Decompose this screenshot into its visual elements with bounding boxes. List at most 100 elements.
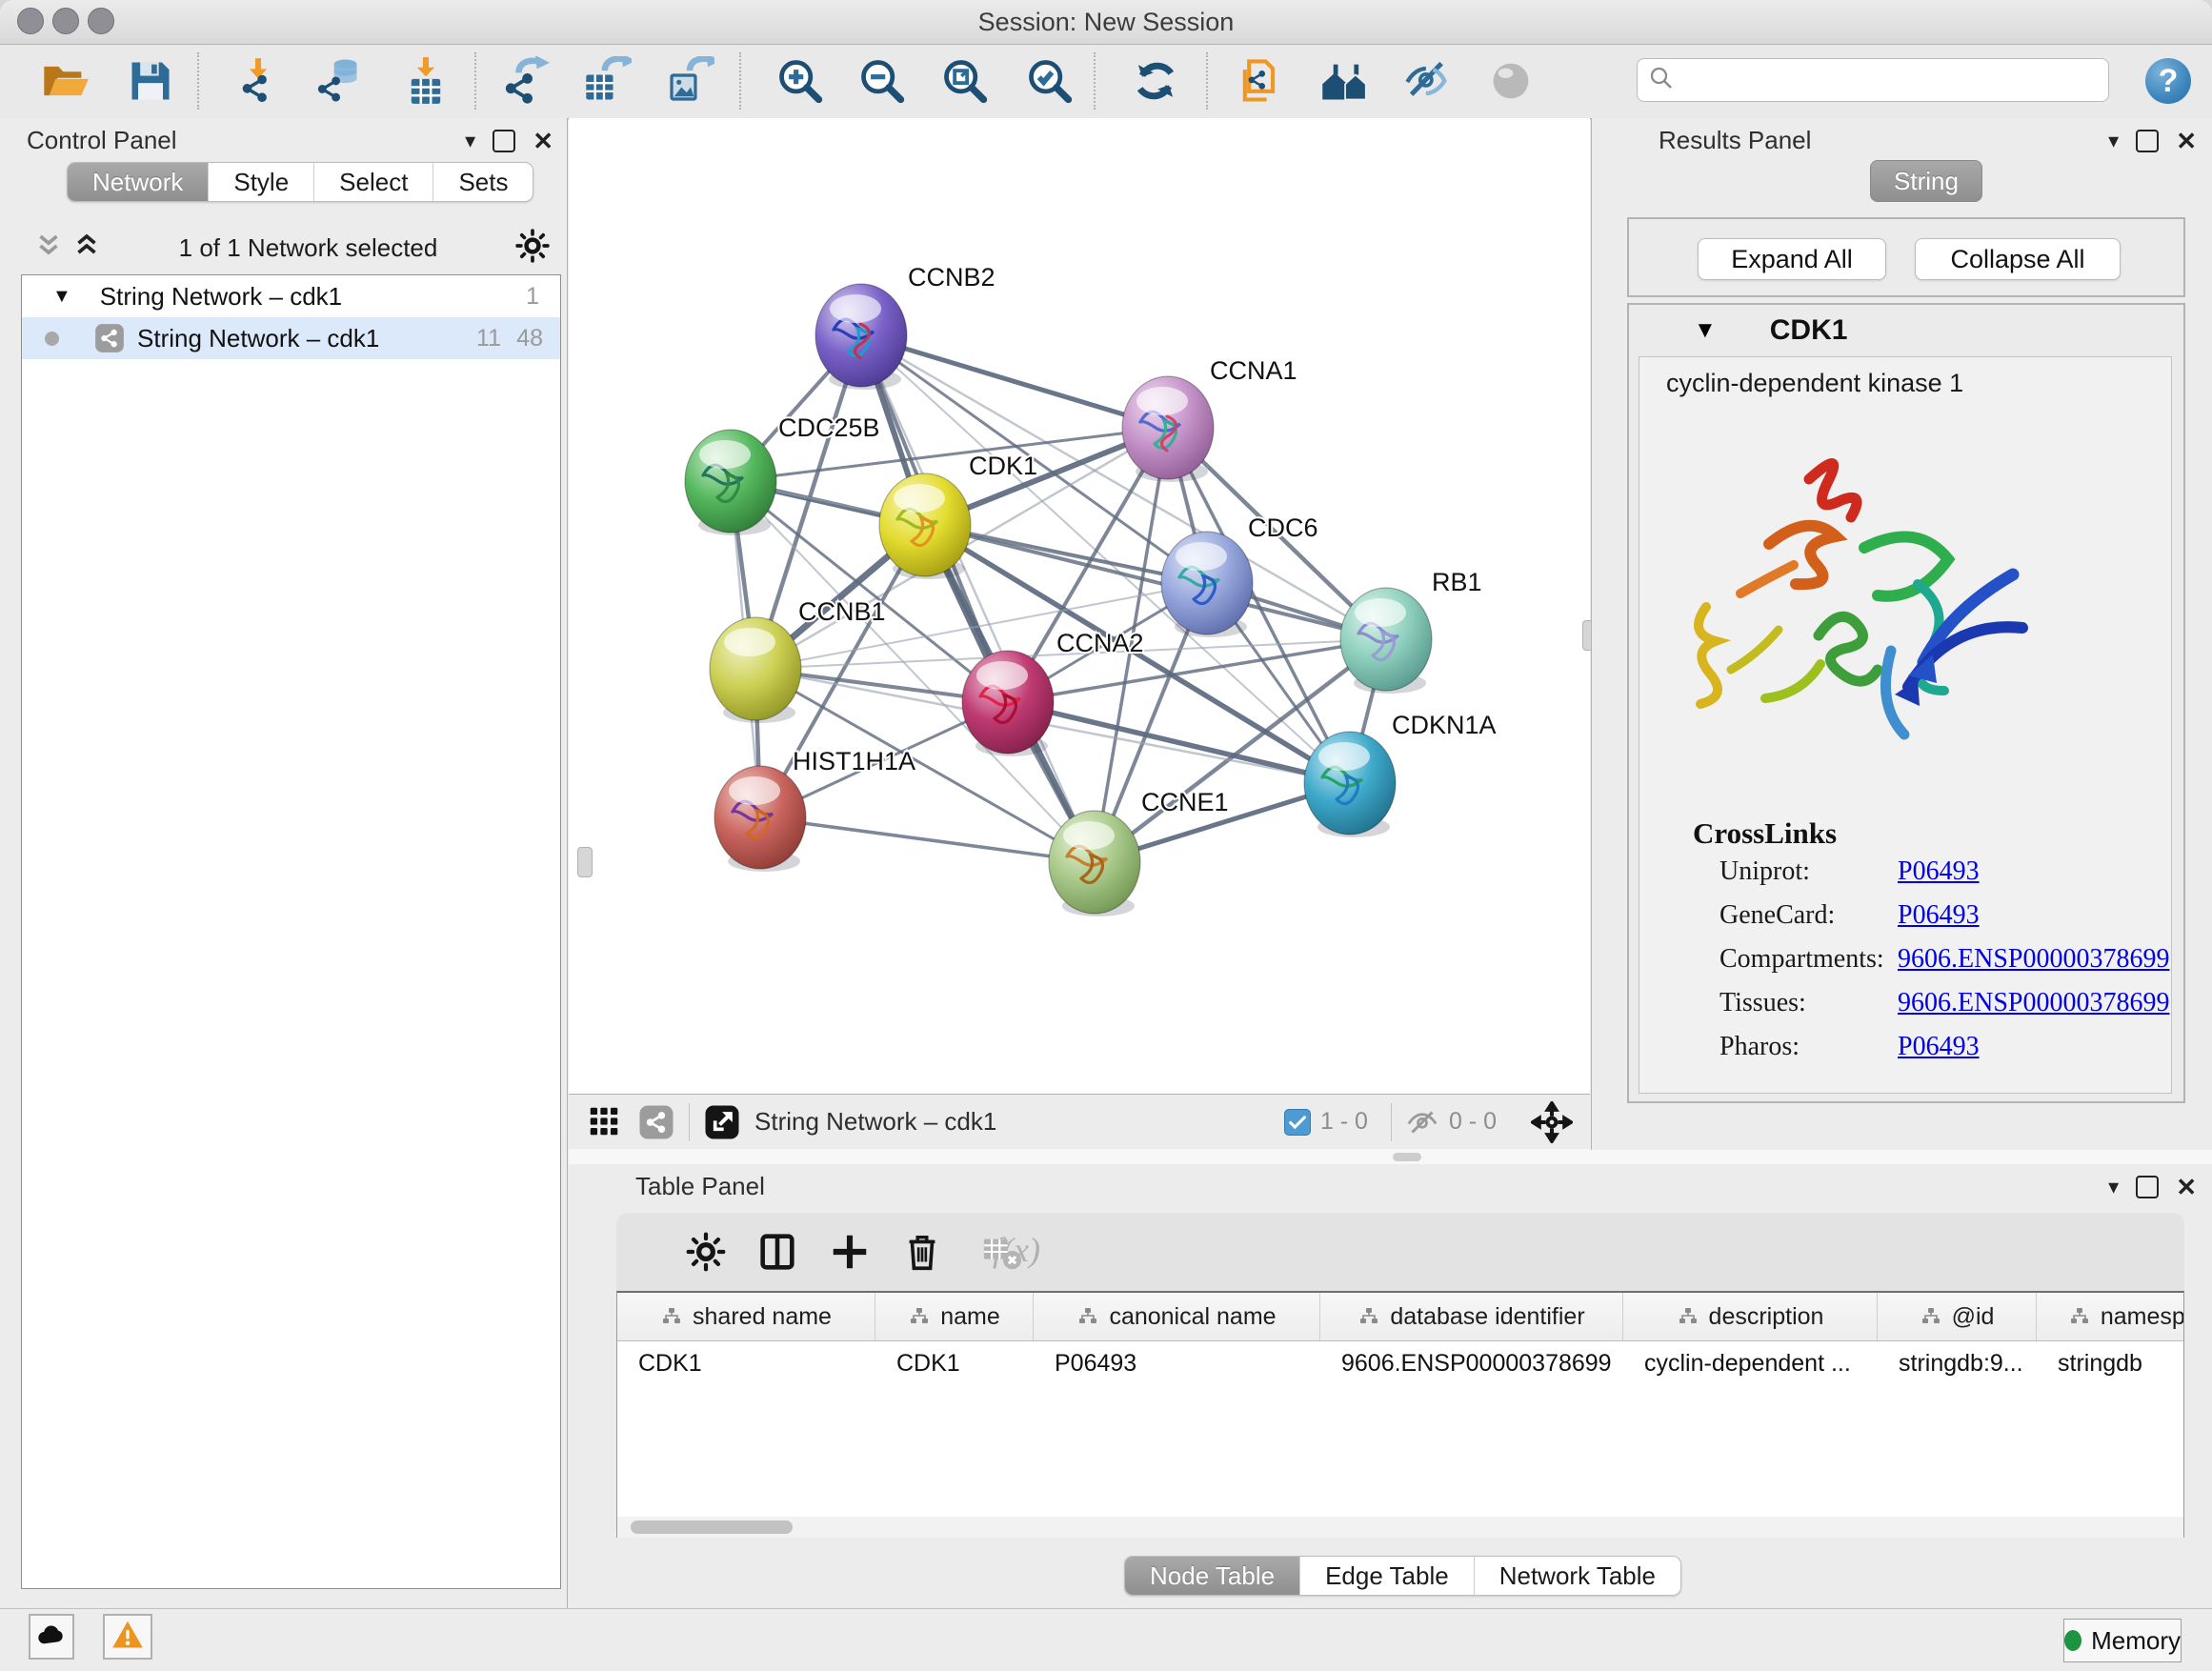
zoom-in-icon[interactable]	[775, 56, 825, 106]
float-panel-icon[interactable]	[2136, 1176, 2159, 1198]
search-input[interactable]	[1676, 66, 2108, 95]
collapse-arrow-icon[interactable]: ▼	[52, 286, 71, 308]
table-cell[interactable]: CDK1	[875, 1341, 1034, 1385]
splitter-handle[interactable]	[577, 847, 593, 877]
string-badge-icon[interactable]	[637, 1103, 675, 1141]
expand-all-icon[interactable]	[70, 230, 103, 267]
save-session-icon[interactable]	[126, 56, 175, 106]
table-options-gear-icon[interactable]	[684, 1230, 728, 1274]
selected-nodes-checkbox[interactable]	[1284, 1109, 1311, 1136]
scrollbar-thumb[interactable]	[631, 1520, 793, 1534]
network-edge[interactable]	[1008, 702, 1350, 783]
crosslink-link[interactable]: P06493	[1898, 856, 1980, 887]
tab-node-table[interactable]: Node Table	[1125, 1557, 1300, 1595]
zoom-selected-icon[interactable]	[1025, 56, 1075, 106]
zoom-fit-icon[interactable]	[940, 56, 990, 106]
column-header-description[interactable]: description	[1623, 1293, 1878, 1340]
column-header-shared-name[interactable]: shared name	[617, 1293, 875, 1340]
column-header--id[interactable]: @id	[1878, 1293, 2037, 1340]
export-network-icon[interactable]	[500, 56, 550, 106]
node-table[interactable]: shared namenamecanonical namedatabase id…	[616, 1291, 2184, 1538]
network-view[interactable]: CCNB2CCNA1CDC25BCDK1CDC6RB1CCNB1CCNA2CDK…	[569, 118, 1590, 1149]
table-cell[interactable]: stringdb:9...	[1878, 1341, 2037, 1385]
column-header-database-identifier[interactable]: database identifier	[1320, 1293, 1623, 1340]
collapse-arrow-icon[interactable]: ▼	[1694, 317, 1717, 344]
open-in-new-icon[interactable]	[703, 1103, 741, 1141]
network-row[interactable]: String Network – cdk1 11 48	[22, 317, 560, 359]
grid-view-icon[interactable]	[586, 1103, 624, 1141]
hidden-eye-icon[interactable]	[1405, 1105, 1439, 1139]
zoom-out-icon[interactable]	[857, 56, 907, 106]
search-box[interactable]	[1637, 58, 2109, 102]
network-node-CCNB1[interactable]	[710, 617, 801, 723]
table-cell[interactable]: CDK1	[617, 1341, 875, 1385]
warnings-button[interactable]	[103, 1614, 152, 1660]
tab-edge-table[interactable]: Edge Table	[1300, 1557, 1475, 1595]
help-button[interactable]: ?	[2145, 58, 2191, 104]
toggle-columns-icon[interactable]	[755, 1230, 799, 1274]
network-options-gear-icon[interactable]	[513, 227, 552, 270]
import-network-icon[interactable]	[233, 56, 283, 106]
splitter-handle[interactable]	[1393, 1153, 1421, 1161]
delete-column-icon[interactable]	[900, 1230, 944, 1274]
horizontal-scrollbar[interactable]	[617, 1517, 2183, 1538]
gene-section-header[interactable]: ▼ CDK1	[1629, 305, 2183, 356]
export-table-icon[interactable]	[582, 56, 632, 106]
open-file-icon[interactable]	[40, 56, 90, 106]
panel-menu-icon[interactable]: ▾	[465, 129, 475, 153]
tab-string[interactable]: String	[1870, 160, 1982, 202]
close-panel-icon[interactable]: ✕	[2176, 1178, 2197, 1197]
column-header-namespace[interactable]: namespace	[2037, 1293, 2184, 1340]
float-panel-icon[interactable]	[493, 130, 515, 152]
table-cell[interactable]: 9606.ENSP00000378699	[1320, 1341, 1623, 1385]
tab-network-table[interactable]: Network Table	[1475, 1557, 1680, 1595]
table-cell[interactable]: stringdb	[2037, 1341, 2184, 1385]
delete-table-icon[interactable]	[980, 1230, 1024, 1274]
collapse-all-button[interactable]: Collapse All	[1915, 238, 2121, 280]
crosslink-link[interactable]: P06493	[1898, 900, 1980, 931]
import-table-icon[interactable]	[401, 56, 451, 106]
network-edge[interactable]	[861, 335, 1168, 428]
first-neighbors-icon[interactable]	[1319, 56, 1369, 106]
network-edge[interactable]	[925, 525, 1386, 639]
float-panel-icon[interactable]	[2136, 130, 2159, 152]
network-canvas[interactable]: CCNB2CCNA1CDC25BCDK1CDC6RB1CCNB1CCNA2CDK…	[569, 118, 1590, 1094]
close-panel-icon[interactable]: ✕	[2176, 131, 2197, 151]
crosslink-link[interactable]: 9606.ENSP00000378699	[1898, 944, 2169, 975]
network-edge[interactable]	[861, 335, 1095, 862]
network-node-RB1[interactable]	[1340, 588, 1432, 694]
network-edge[interactable]	[760, 817, 1095, 862]
panel-menu-icon[interactable]: ▾	[2108, 129, 2119, 153]
network-node-CDK1[interactable]	[879, 473, 971, 579]
tab-select[interactable]: Select	[314, 163, 433, 201]
tab-style[interactable]: Style	[209, 163, 314, 201]
tab-network[interactable]: Network	[68, 163, 209, 201]
column-header-name[interactable]: name	[875, 1293, 1034, 1340]
panel-menu-icon[interactable]: ▾	[2108, 1175, 2119, 1199]
hide-selected-icon[interactable]	[1403, 56, 1453, 106]
table-cell[interactable]: P06493	[1034, 1341, 1320, 1385]
network-node-CCNA2[interactable]	[962, 651, 1054, 756]
memory-button[interactable]: Memory	[2063, 1619, 2182, 1662]
network-node-CDKN1A[interactable]	[1304, 732, 1396, 837]
network-node-CCNE1[interactable]	[1049, 811, 1140, 916]
export-image-icon[interactable]	[665, 56, 714, 106]
network-node-CDC25B[interactable]	[685, 430, 776, 535]
close-panel-icon[interactable]: ✕	[533, 131, 553, 151]
tab-sets[interactable]: Sets	[433, 163, 533, 201]
table-row[interactable]: CDK1CDK1P064939606.ENSP00000378699cyclin…	[617, 1341, 2183, 1385]
network-node-CDC6[interactable]	[1161, 532, 1253, 637]
network-node-CCNA1[interactable]	[1122, 376, 1214, 482]
network-node-HIST1H1A[interactable]	[714, 766, 806, 872]
show-all-icon[interactable]	[1486, 56, 1536, 106]
import-network-database-icon[interactable]	[313, 56, 363, 106]
collapse-all-icon[interactable]	[32, 230, 65, 267]
create-column-icon[interactable]	[828, 1230, 872, 1274]
refresh-layout-icon[interactable]	[1131, 56, 1180, 106]
horizontal-splitter[interactable]	[569, 1149, 2212, 1164]
column-header-canonical-name[interactable]: canonical name	[1034, 1293, 1320, 1340]
crosslink-link[interactable]: P06493	[1898, 1032, 1980, 1062]
crosslink-link[interactable]: 9606.ENSP00000378699	[1898, 988, 2169, 1018]
copy-network-icon[interactable]	[1235, 56, 1284, 106]
table-cell[interactable]: cyclin-dependent ...	[1623, 1341, 1878, 1385]
